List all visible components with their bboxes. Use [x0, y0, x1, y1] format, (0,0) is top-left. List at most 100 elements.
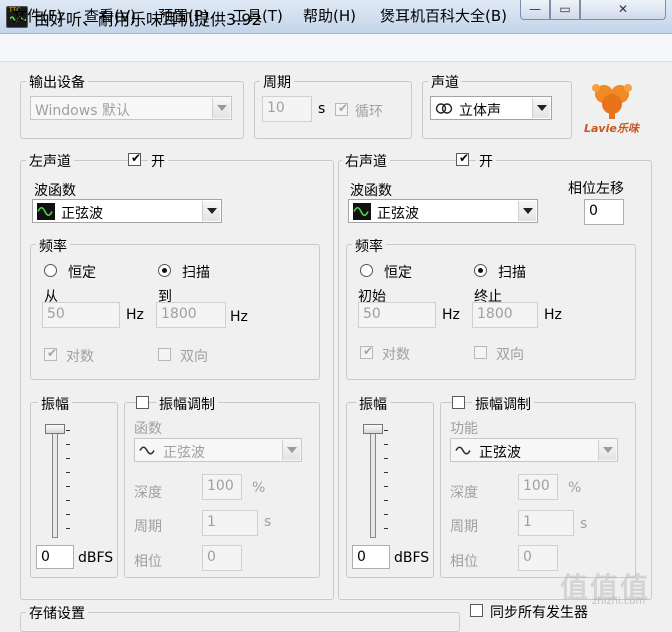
period-input[interactable]: 10: [262, 96, 312, 122]
left-amplitude-input[interactable]: 0: [36, 545, 74, 569]
watermark-sub: zhizhi.com: [592, 596, 646, 607]
slider-tick: [384, 528, 388, 529]
right-amplitude-unit: dBFS: [394, 550, 430, 566]
right-sweep-label: 扫描: [498, 265, 526, 281]
loop-checkbox[interactable]: ✔: [335, 101, 348, 116]
left-to-unit: Hz: [230, 309, 248, 325]
right-enable-checkbox[interactable]: ✔: [456, 151, 469, 166]
sync-checkbox[interactable]: [470, 604, 483, 617]
left-sweep-radio[interactable]: [158, 264, 171, 277]
channel-select[interactable]: 立体声: [430, 96, 552, 120]
left-amplitude-slider[interactable]: [52, 424, 58, 538]
right-amplitude-slider[interactable]: [370, 424, 376, 538]
chevron-down-icon: [532, 98, 550, 118]
left-am-period-input[interactable]: 1: [202, 510, 258, 536]
radio-dot-icon: [478, 268, 483, 273]
loop-label: 循环: [355, 104, 383, 120]
chevron-down-icon: [598, 440, 616, 460]
right-sweep-radio[interactable]: [474, 264, 487, 277]
left-am-checkbox[interactable]: [136, 396, 149, 409]
right-phase-shift-input[interactable]: 0: [584, 199, 624, 225]
right-log-label: 对数: [382, 347, 410, 363]
menu-bar: [0, 34, 672, 62]
menu-view[interactable]: 查看(V): [84, 5, 136, 26]
menu-file[interactable]: 文件(F): [12, 5, 62, 26]
right-am-period-label: 周期: [450, 519, 478, 535]
left-amplitude-title: 振幅: [38, 394, 72, 414]
right-log-checkbox[interactable]: ✔: [360, 344, 374, 359]
right-from-unit: Hz: [442, 307, 460, 323]
left-am-func-select[interactable]: 正弦波: [134, 438, 302, 462]
left-depth-input[interactable]: 100: [202, 474, 242, 500]
slider-tick: [66, 458, 70, 459]
left-enable-checkbox[interactable]: ✔: [128, 151, 142, 166]
right-amplitude-input[interactable]: 0: [352, 545, 390, 569]
slider-tick: [384, 458, 388, 459]
right-depth-label: 深度: [450, 485, 478, 501]
output-device-title: 输出设备: [26, 72, 88, 92]
right-fixed-radio[interactable]: [360, 264, 373, 277]
left-am-period-unit: s: [264, 514, 272, 530]
left-amplitude-thumb[interactable]: [45, 424, 65, 434]
left-depth-label: 深度: [134, 485, 162, 501]
left-wave-select[interactable]: 正弦波: [32, 199, 222, 223]
right-bidir-label: 双向: [496, 347, 524, 363]
stereo-icon: [435, 103, 453, 114]
right-am-period-input[interactable]: 1: [518, 510, 574, 536]
slider-tick: [384, 472, 388, 473]
left-from-input[interactable]: 50: [42, 302, 120, 328]
left-frequency-title: 频率: [36, 236, 70, 256]
right-am-period-unit: s: [580, 516, 588, 532]
right-am-func-select[interactable]: 正弦波: [450, 438, 618, 462]
left-to-input[interactable]: 1800: [156, 302, 226, 328]
channel-value: 立体声: [459, 103, 501, 119]
menu-tools[interactable]: 工具(T): [232, 5, 283, 26]
left-bidir-label: 双向: [180, 349, 208, 365]
right-wave-select[interactable]: 正弦波: [348, 199, 538, 223]
sine-wave-icon: [455, 446, 471, 455]
checkmark-icon: ✔: [363, 344, 374, 358]
right-wave-value: 正弦波: [377, 206, 419, 222]
chevron-down-icon: [282, 440, 300, 460]
left-enable-label: 开: [148, 151, 168, 171]
right-bidir-checkbox[interactable]: [474, 346, 487, 359]
left-log-checkbox[interactable]: ✔: [44, 346, 57, 361]
checkmark-icon: ✔: [131, 151, 142, 165]
menu-presets[interactable]: 预置(P): [158, 5, 209, 26]
close-button[interactable]: ✕: [580, 0, 666, 20]
left-sweep-label: 扫描: [182, 265, 210, 281]
menu-help[interactable]: 帮助(H): [303, 5, 356, 26]
left-amplitude-unit: dBFS: [78, 550, 114, 566]
output-device-select[interactable]: Windows 默认: [30, 96, 232, 120]
right-phase-input[interactable]: 0: [518, 545, 558, 571]
period-title: 周期: [260, 72, 294, 92]
menu-encyclopedia[interactable]: 煲耳机百科大全(B): [380, 5, 507, 26]
left-depth-unit: %: [252, 480, 266, 496]
right-amplitude-thumb[interactable]: [363, 424, 383, 434]
left-phase-input[interactable]: 0: [202, 545, 242, 571]
storage-title: 存储设置: [26, 603, 88, 623]
right-to-input[interactable]: 1800: [472, 302, 538, 328]
chevron-down-icon: [212, 98, 230, 118]
right-am-checkbox[interactable]: [452, 396, 465, 409]
left-am-label: 振幅调制: [156, 394, 218, 414]
right-wave-label: 波函数: [350, 183, 392, 199]
slider-tick: [66, 444, 70, 445]
left-am-func-label: 函数: [134, 421, 162, 437]
right-from-input[interactable]: 50: [358, 302, 436, 328]
right-am-func-label: 功能: [450, 421, 478, 437]
left-fixed-radio[interactable]: [44, 264, 57, 277]
maximize-icon: ▭: [559, 2, 571, 16]
right-am-func-value: 正弦波: [479, 445, 521, 461]
right-frequency-title: 频率: [352, 236, 386, 256]
right-depth-input[interactable]: 100: [518, 474, 558, 500]
slider-tick: [384, 430, 388, 431]
sine-wave-icon: [353, 203, 371, 220]
slider-tick: [384, 500, 388, 501]
right-to-unit: Hz: [544, 307, 562, 323]
maximize-button[interactable]: ▭: [550, 0, 580, 20]
minimize-button[interactable]: —: [520, 0, 550, 20]
chevron-down-icon: [518, 201, 536, 221]
left-bidir-checkbox[interactable]: [158, 348, 171, 361]
right-am-label: 振幅调制: [472, 394, 534, 414]
